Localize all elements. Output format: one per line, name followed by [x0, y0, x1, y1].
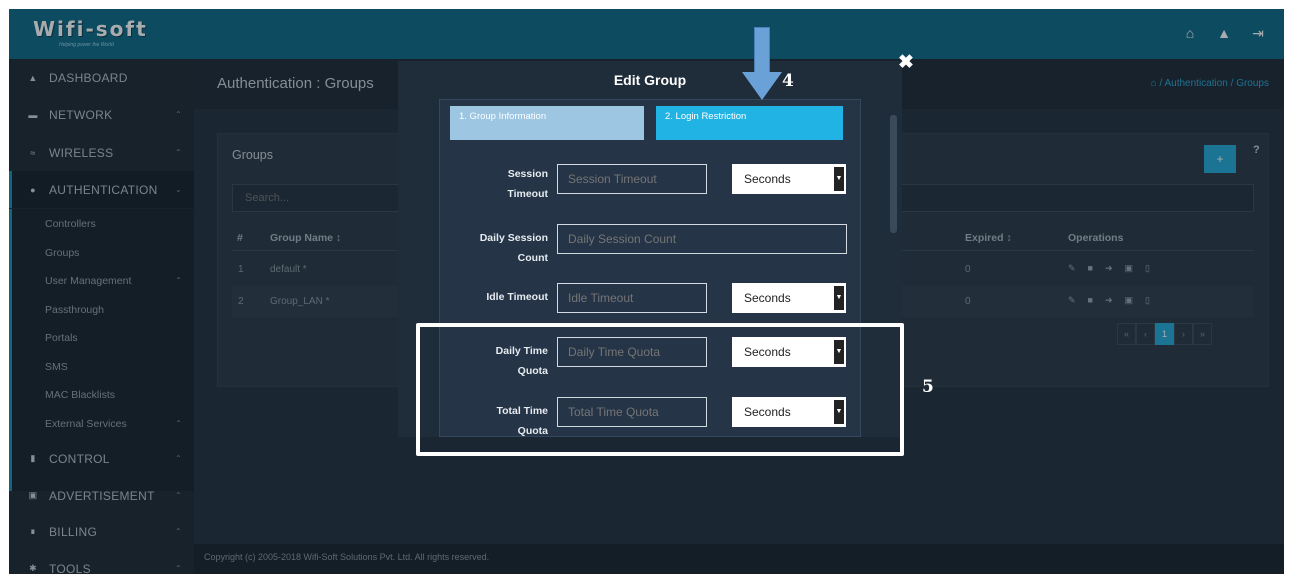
modal-scrollbar[interactable] — [890, 115, 897, 233]
dropdown-arrow-icon: ▼ — [834, 286, 844, 310]
step-login-restriction[interactable]: 2. Login Restriction — [656, 106, 843, 140]
idle-timeout-unit-select[interactable]: Seconds ▼ — [732, 283, 846, 313]
annotation-arrow — [754, 27, 770, 74]
select-value: Seconds — [744, 172, 791, 186]
app-window: Wifi-soft Helping power the World ⌂ ▲ ⇥ … — [9, 9, 1284, 574]
session-timeout-unit-select[interactable]: Seconds ▼ — [732, 164, 846, 194]
annotation-label-5: 5 — [922, 377, 934, 397]
dropdown-arrow-icon: ▼ — [834, 167, 844, 191]
label-line: Idle Timeout — [486, 291, 548, 303]
annotation-label-4: 4 — [782, 71, 794, 91]
select-value: Seconds — [744, 291, 791, 305]
annotation-arrow-head — [742, 72, 782, 100]
annotation-highlight-box — [416, 323, 904, 456]
daily-session-count-label: Daily Session Count — [450, 228, 548, 268]
daily-session-count-input[interactable] — [557, 224, 847, 254]
session-timeout-label: Session Timeout — [450, 164, 548, 204]
close-icon[interactable]: ✖ — [898, 51, 914, 74]
label-line: Timeout — [507, 188, 548, 200]
label-line: Count — [517, 252, 548, 264]
label-line: Daily Session — [479, 232, 548, 244]
step-group-information[interactable]: 1. Group Information — [450, 106, 644, 140]
idle-timeout-label: Idle Timeout — [450, 287, 548, 307]
idle-timeout-input[interactable] — [557, 283, 707, 313]
session-timeout-input[interactable] — [557, 164, 707, 194]
modal-title: Edit Group — [613, 72, 687, 88]
label-line: Session — [507, 168, 548, 180]
